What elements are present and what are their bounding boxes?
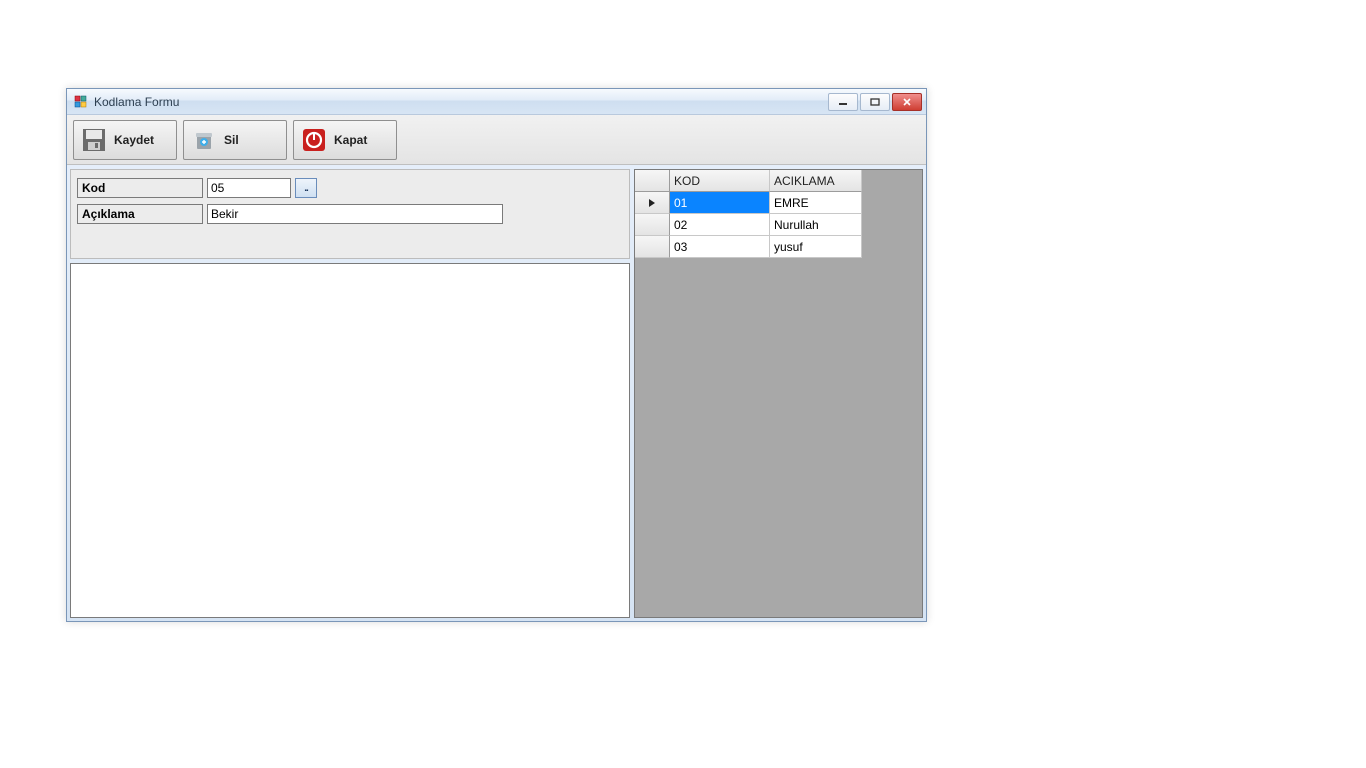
window-title: Kodlama Formu	[94, 95, 828, 109]
cell-aciklama[interactable]: EMRE	[770, 192, 862, 214]
table-row[interactable]: 03yusuf	[635, 236, 922, 258]
delete-button[interactable]: Sil	[183, 120, 287, 160]
data-grid[interactable]: KOD ACIKLAMA 01EMRE02Nurullah03yusuf	[635, 170, 922, 258]
left-pane: Kod .. Açıklama	[70, 169, 630, 618]
close-button-label: Kapat	[334, 133, 367, 147]
save-button-label: Kaydet	[114, 133, 154, 147]
save-button[interactable]: Kaydet	[73, 120, 177, 160]
row-header[interactable]	[635, 236, 670, 258]
app-icon	[73, 94, 89, 110]
minimize-button[interactable]	[828, 93, 858, 111]
grid-pane: KOD ACIKLAMA 01EMRE02Nurullah03yusuf	[634, 169, 923, 618]
cell-kod[interactable]: 02	[670, 214, 770, 236]
aciklama-label: Açıklama	[77, 204, 203, 224]
maximize-button[interactable]	[860, 93, 890, 111]
cell-kod[interactable]: 03	[670, 236, 770, 258]
app-window: Kodlama Formu Kaydet	[66, 88, 927, 622]
form-area: Kod .. Açıklama	[70, 169, 630, 259]
trash-icon	[190, 126, 218, 154]
extra-panel	[70, 263, 630, 618]
row-header[interactable]	[635, 214, 670, 236]
col-header-aciklama[interactable]: ACIKLAMA	[770, 170, 862, 192]
kod-lookup-button[interactable]: ..	[295, 178, 317, 198]
grid-corner[interactable]	[635, 170, 670, 192]
cell-kod[interactable]: 01	[670, 192, 770, 214]
kod-input[interactable]	[207, 178, 291, 198]
delete-button-label: Sil	[224, 133, 239, 147]
close-button[interactable]: Kapat	[293, 120, 397, 160]
col-header-kod[interactable]: KOD	[670, 170, 770, 192]
table-row[interactable]: 01EMRE	[635, 192, 922, 214]
toolbar: Kaydet Sil Kapat	[67, 115, 926, 165]
close-window-button[interactable]	[892, 93, 922, 111]
save-icon	[80, 126, 108, 154]
titlebar[interactable]: Kodlama Formu	[67, 89, 926, 115]
row-header[interactable]	[635, 192, 670, 214]
cell-aciklama[interactable]: Nurullah	[770, 214, 862, 236]
aciklama-input[interactable]	[207, 204, 503, 224]
cell-aciklama[interactable]: yusuf	[770, 236, 862, 258]
power-icon	[300, 126, 328, 154]
kod-label: Kod	[77, 178, 203, 198]
table-row[interactable]: 02Nurullah	[635, 214, 922, 236]
